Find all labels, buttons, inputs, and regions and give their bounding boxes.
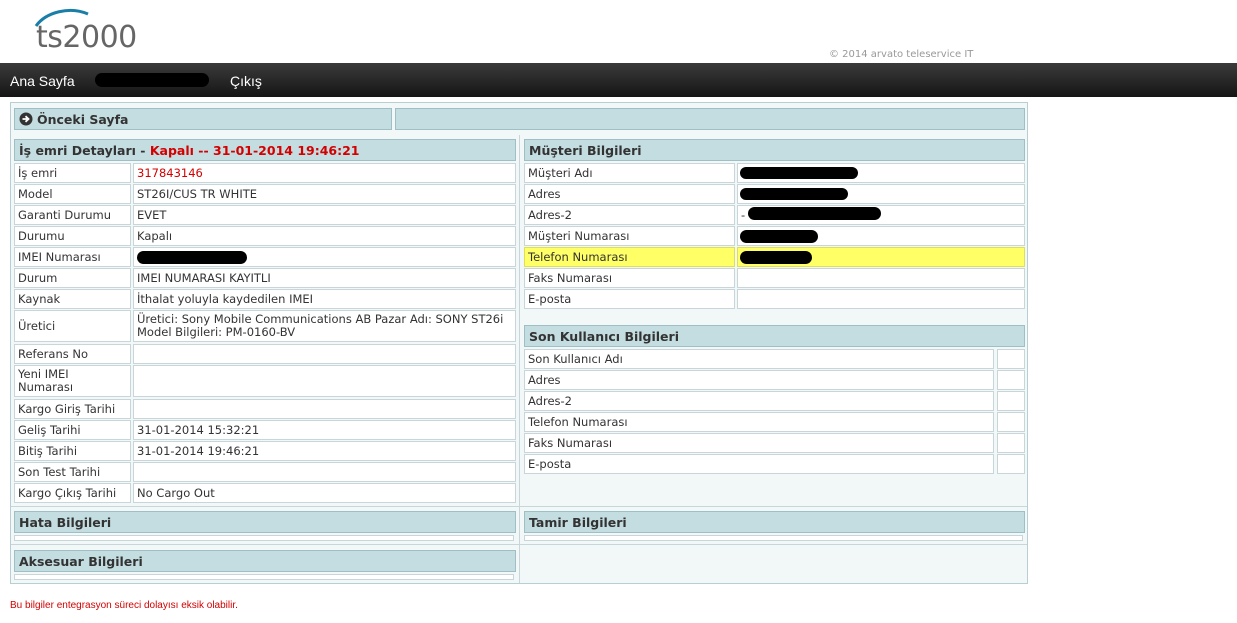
enduser-field-label: Son Kullanıcı Adı xyxy=(524,349,994,369)
order-field-label: Model xyxy=(14,184,131,204)
customer-field-value xyxy=(737,268,1025,288)
order-field-label: Kaynak xyxy=(14,289,131,309)
order-field-label: Kargo Giriş Tarihi xyxy=(14,399,131,419)
customer-field-label: Müşteri Numarası xyxy=(524,226,735,246)
order-field-label: Kargo Çıkış Tarihi xyxy=(14,483,131,503)
order-field-label: Üretici xyxy=(14,310,131,342)
order-field-value xyxy=(133,399,516,419)
enduser-field-label: Adres xyxy=(524,370,994,390)
customer-title: Müşteri Bilgileri xyxy=(529,142,642,158)
enduser-field-value xyxy=(997,454,1025,474)
logo: ts2000 xyxy=(36,20,137,55)
order-field-value xyxy=(133,365,516,397)
back-bar-spacer xyxy=(395,108,1025,130)
repair-header: Tamir Bilgileri xyxy=(524,511,1025,533)
back-label: Önceki Sayfa xyxy=(37,111,129,127)
order-details-header: İş emri Detayları - Kapalı -- 31-01-2014… xyxy=(14,139,516,161)
enduser-header: Son Kullanıcı Bilgileri xyxy=(524,325,1025,347)
order-field-value: 31-01-2014 15:32:21 xyxy=(133,420,516,440)
order-field-value: İthalat yoluyla kaydedilen IMEI xyxy=(133,289,516,309)
customer-header: Müşteri Bilgileri xyxy=(524,139,1025,161)
navbar: Ana Sayfa Çıkış xyxy=(0,63,1237,97)
order-field-value: No Cargo Out xyxy=(133,483,516,503)
redacted-field xyxy=(740,167,858,179)
enduser-field-value xyxy=(997,433,1025,453)
customer-field-label: E-posta xyxy=(524,289,735,309)
order-field-label: Yeni IMEI Numarası xyxy=(14,365,131,397)
redacted-field xyxy=(137,251,247,264)
repair-content xyxy=(524,535,1023,541)
arrow-right-circle-icon xyxy=(19,112,33,126)
accessories-content xyxy=(14,574,514,580)
order-field-label: Son Test Tarihi xyxy=(14,462,131,482)
column-divider xyxy=(519,135,520,583)
accessories-title: Aksesuar Bilgileri xyxy=(19,553,143,569)
errors-title: Hata Bilgileri xyxy=(19,514,112,530)
customer-field-label: Telefon Numarası xyxy=(524,247,735,267)
order-title: İş emri Detayları xyxy=(19,142,136,158)
customer-field-label: Faks Numarası xyxy=(524,268,735,288)
order-field-label: IMEI Numarası xyxy=(14,247,131,267)
enduser-title: Son Kullanıcı Bilgileri xyxy=(529,328,679,344)
order-title-separator: - xyxy=(135,142,150,158)
order-field-value: 317843146 xyxy=(133,163,516,183)
enduser-field-value xyxy=(997,412,1025,432)
customer-field-label: Adres-2 xyxy=(524,205,735,225)
enduser-field-value xyxy=(997,349,1025,369)
order-field-label: Referans No xyxy=(14,344,131,364)
order-status-date: Kapalı -- 31-01-2014 19:46:21 xyxy=(149,142,360,158)
back-button[interactable]: Önceki Sayfa xyxy=(14,108,392,130)
enduser-field-value xyxy=(997,391,1025,411)
redacted-field xyxy=(748,207,881,220)
redacted-field xyxy=(740,230,818,243)
errors-header: Hata Bilgileri xyxy=(14,511,516,533)
order-field-value: Üretici: Sony Mobile Communications AB P… xyxy=(133,310,516,342)
enduser-field-label: Faks Numarası xyxy=(524,433,994,453)
repair-title: Tamir Bilgileri xyxy=(529,514,627,530)
customer-field-label: Müşteri Adı xyxy=(524,163,735,183)
divider xyxy=(11,506,519,507)
order-field-value: EVET xyxy=(133,205,516,225)
redacted-user xyxy=(95,73,209,87)
order-field-value: IMEI NUMARASI KAYITLI xyxy=(133,268,516,288)
customer-field-value xyxy=(737,289,1025,309)
order-field-label: Durum xyxy=(14,268,131,288)
enduser-field-label: Telefon Numarası xyxy=(524,412,994,432)
nav-home-link[interactable]: Ana Sayfa xyxy=(10,73,75,89)
footer-note: Bu bilgiler entegrasyon süreci dolayısı … xyxy=(10,600,238,611)
order-field-value xyxy=(133,462,516,482)
customer-field-label: Adres xyxy=(524,184,735,204)
redacted-field xyxy=(740,251,812,264)
divider xyxy=(11,544,1027,545)
enduser-field-label: Adres-2 xyxy=(524,391,994,411)
nav-logout-link[interactable]: Çıkış xyxy=(230,73,262,89)
errors-content xyxy=(14,535,514,541)
order-field-label: İş emri xyxy=(14,163,131,183)
order-field-value: ST26I/CUS TR WHITE xyxy=(133,184,516,204)
redacted-field xyxy=(740,188,848,200)
order-field-label: Bitiş Tarihi xyxy=(14,441,131,461)
divider xyxy=(520,506,1027,507)
order-field-value: 31-01-2014 19:46:21 xyxy=(133,441,516,461)
order-field-label: Durumu xyxy=(14,226,131,246)
enduser-field-value xyxy=(997,370,1025,390)
copyright: © 2014 arvato teleservice IT xyxy=(829,49,974,60)
order-field-label: Geliş Tarihi xyxy=(14,420,131,440)
order-field-value xyxy=(133,344,516,364)
order-field-value: Kapalı xyxy=(133,226,516,246)
order-field-label: Garanti Durumu xyxy=(14,205,131,225)
enduser-field-label: E-posta xyxy=(524,454,994,474)
accessories-header: Aksesuar Bilgileri xyxy=(14,550,516,572)
